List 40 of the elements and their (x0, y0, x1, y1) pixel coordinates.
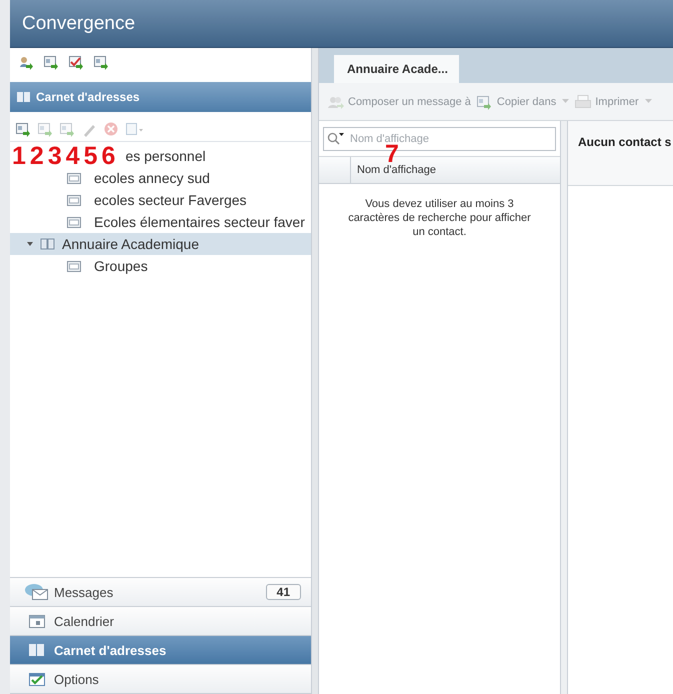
splitter[interactable] (560, 121, 568, 694)
contact-icon (18, 54, 34, 70)
address-list-icon (66, 171, 82, 185)
tree-item[interactable]: Groupes (10, 255, 311, 277)
card-arrow-button[interactable] (15, 121, 31, 137)
annotation-number: 6 (102, 143, 116, 169)
printer-icon (574, 94, 592, 110)
nav-item[interactable]: Carnet d'adresses (10, 636, 311, 665)
annotation-number: 3 (48, 143, 62, 169)
address-list-icon (66, 215, 82, 229)
panel-title: Carnet d'adresses (36, 90, 140, 104)
card-arrow-icon (476, 94, 494, 110)
annotation-number: 5 (84, 143, 98, 169)
book-icon (16, 90, 31, 104)
expanded-arrow-icon (26, 240, 34, 248)
count-badge: 41 (266, 584, 301, 600)
annotation-number: 4 (66, 143, 80, 169)
book-icon (40, 237, 55, 251)
tab[interactable]: Annuaire Acade... (334, 55, 459, 83)
nav-item[interactable]: Messages 41 (10, 578, 311, 607)
delete-icon (103, 121, 119, 137)
detail-title: Aucun contact s (578, 135, 672, 149)
card-menu-icon (125, 121, 144, 137)
tree-item[interactable]: ecoles secteur Faverges (10, 189, 311, 211)
empty-message: Vous devez utiliser au moins 3 caractères de recherche pour afficher un contact. (347, 197, 532, 239)
nav-item[interactable]: Calendrier (10, 607, 311, 636)
card-check-icon (68, 54, 84, 70)
address-list-icon (66, 193, 82, 207)
nav-item[interactable]: Options (10, 665, 311, 694)
app-title: Convergence (22, 12, 136, 34)
tree-item[interactable]: Annuaire Academique (10, 233, 311, 255)
address-list-icon (66, 259, 82, 273)
search-icon (327, 132, 345, 146)
annotation-number: 2 (30, 143, 44, 169)
tree-item[interactable]: 1 2 3 4 5 6 es personnel (10, 145, 311, 167)
tree-item[interactable]: Ecoles élementaires secteur faver (10, 211, 311, 233)
tree-item[interactable]: ecoles annecy sud (10, 167, 311, 189)
annotation-number: 1 (12, 143, 26, 169)
splitter[interactable] (312, 48, 319, 694)
mail-icon (24, 583, 50, 601)
